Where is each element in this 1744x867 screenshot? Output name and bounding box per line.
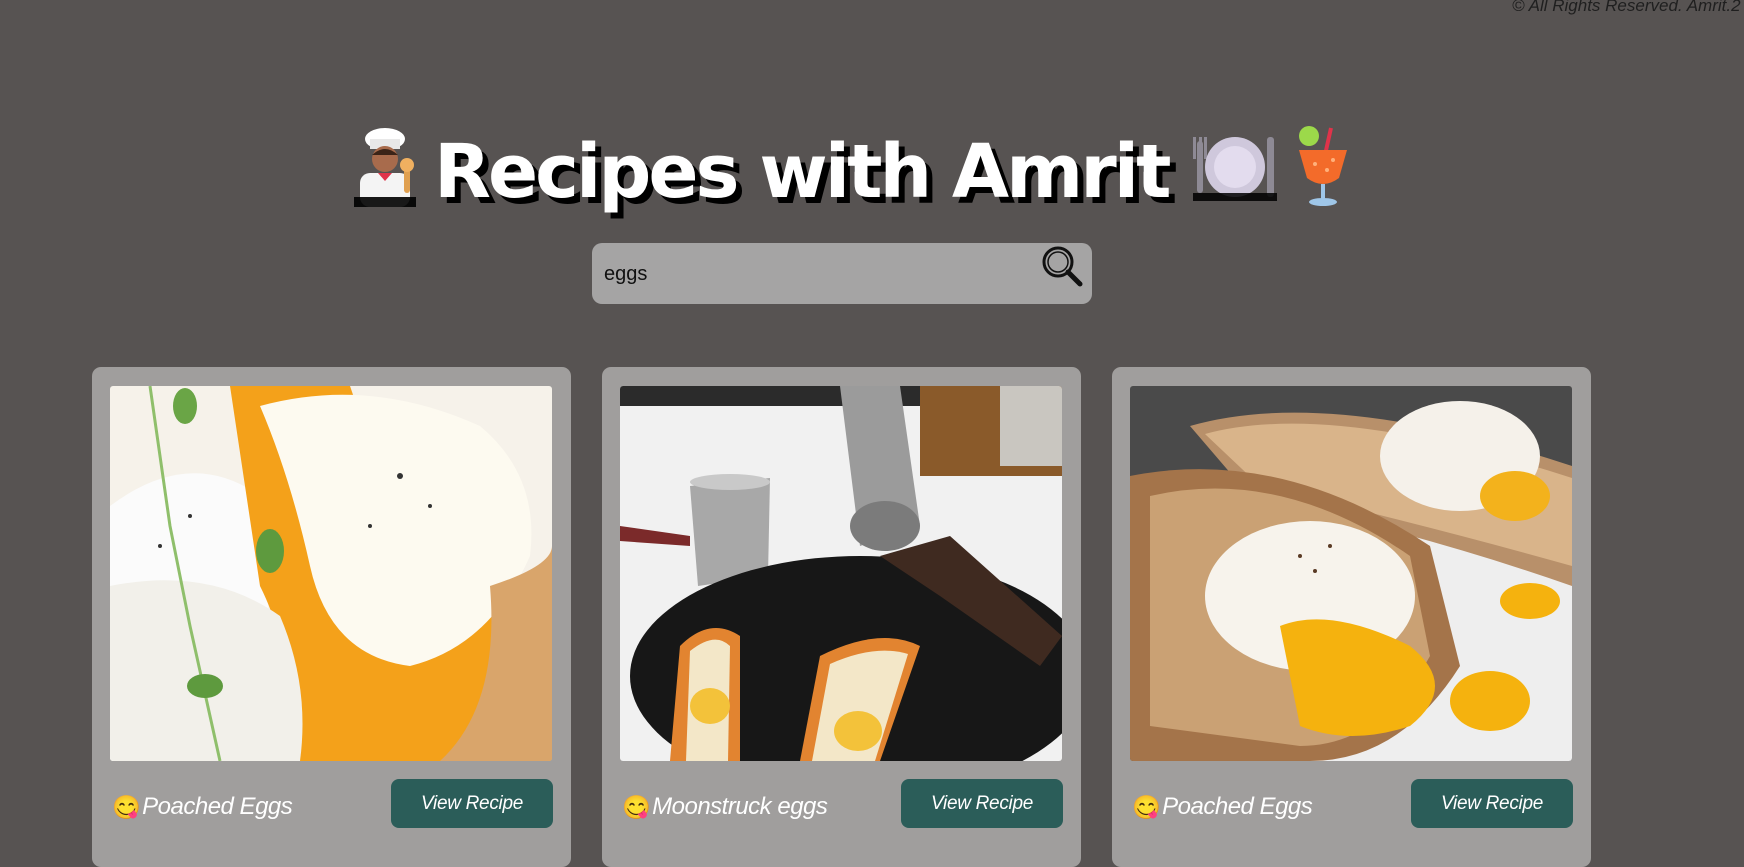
view-recipe-button[interactable]: View Recipe xyxy=(901,779,1063,828)
recipe-title-text: Moonstruck eggs xyxy=(652,793,828,820)
recipe-title: 😋 Poached Eggs xyxy=(112,793,293,821)
recipe-card: 😋 Poached Eggs View Recipe xyxy=(1112,367,1591,867)
recipe-image xyxy=(620,386,1062,761)
recipe-title-text: Poached Eggs xyxy=(142,793,293,820)
recipe-image xyxy=(110,386,552,761)
cocktail-icon xyxy=(1291,124,1355,221)
search-input[interactable] xyxy=(604,259,1004,289)
view-recipe-button[interactable]: View Recipe xyxy=(391,779,553,828)
recipe-card: 😋 Poached Eggs View Recipe xyxy=(92,367,571,867)
page-title: Recipes with Amrit xyxy=(434,129,1172,215)
recipe-card: 😋 Moonstruck eggs View Recipe xyxy=(602,367,1081,867)
recipe-title-text: Poached Eggs xyxy=(1162,793,1313,820)
search-button[interactable] xyxy=(1036,243,1088,289)
yum-emoji-icon: 😋 xyxy=(112,793,141,820)
recipe-title: 😋 Poached Eggs xyxy=(1132,793,1313,821)
search-bar xyxy=(592,243,1092,304)
copyright-text: © All Rights Reserved. Amrit.2 xyxy=(1512,0,1741,15)
yum-emoji-icon: 😋 xyxy=(1132,793,1161,820)
chef-icon xyxy=(350,125,420,220)
page-header: Recipes with Amrit xyxy=(350,124,1355,220)
view-recipe-button[interactable]: View Recipe xyxy=(1411,779,1573,828)
yum-emoji-icon: 😋 xyxy=(622,793,651,820)
plate-icon xyxy=(1191,127,1277,218)
search-icon xyxy=(1042,246,1083,287)
recipe-image xyxy=(1130,386,1572,761)
recipe-title: 😋 Moonstruck eggs xyxy=(622,793,828,821)
